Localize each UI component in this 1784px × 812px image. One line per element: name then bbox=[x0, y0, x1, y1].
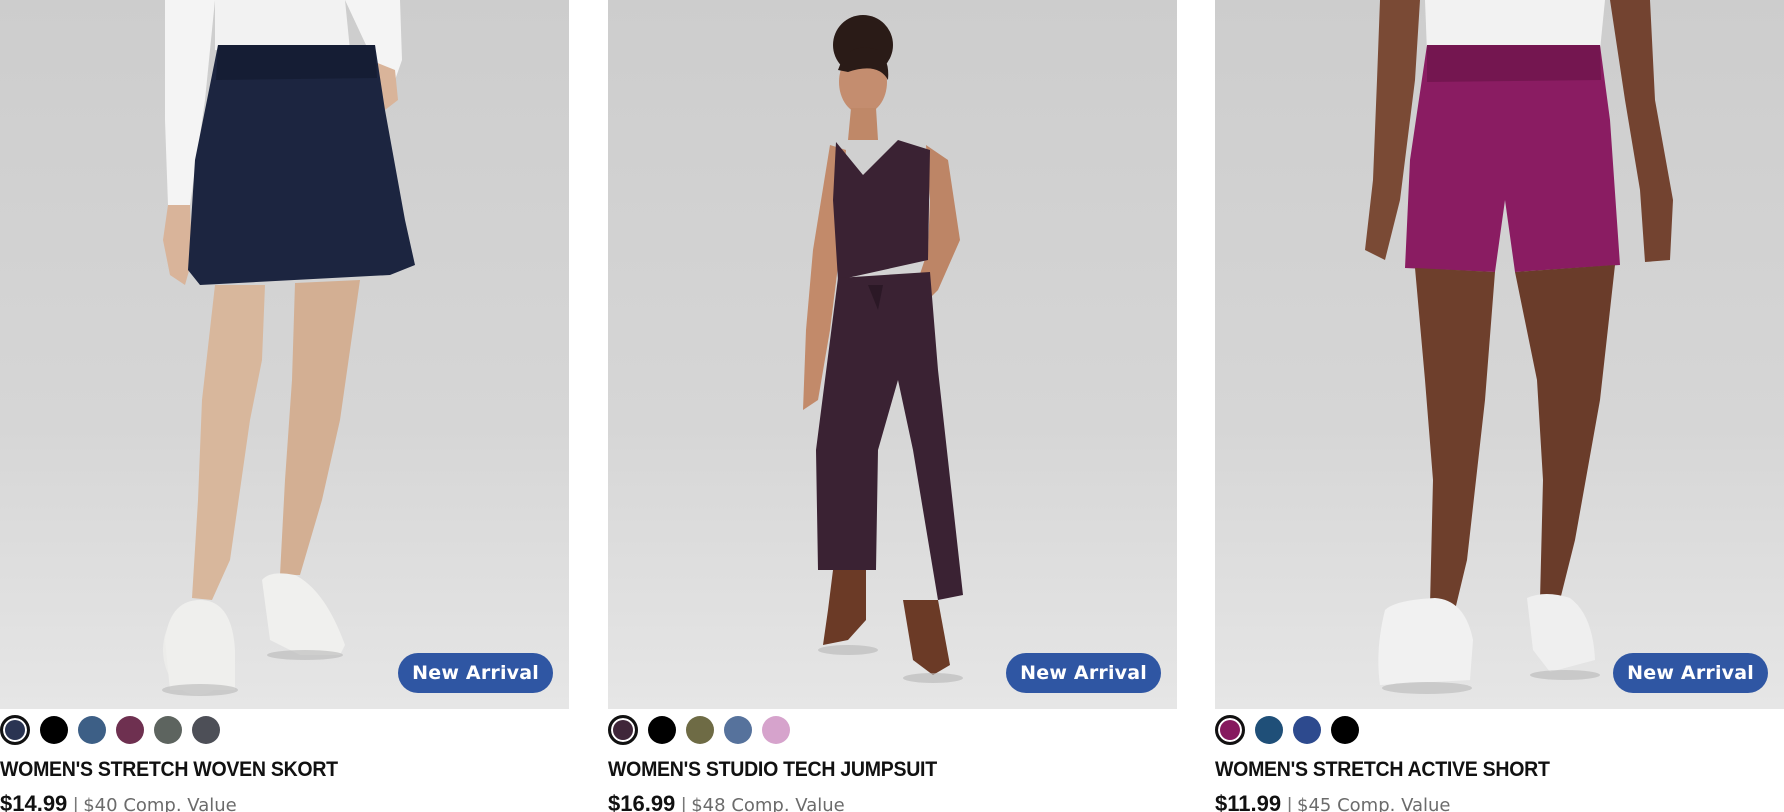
sale-price: $14.99 bbox=[0, 791, 68, 812]
color-swatch[interactable] bbox=[154, 716, 182, 744]
price-separator: | bbox=[681, 795, 687, 812]
color-swatch[interactable] bbox=[724, 716, 752, 744]
comp-value: $45 Comp. Value bbox=[1297, 795, 1451, 812]
short-photo-illustration bbox=[1365, 0, 1673, 694]
color-swatch[interactable] bbox=[1331, 716, 1359, 744]
product-image-jumpsuit[interactable]: New Arrival bbox=[608, 0, 1177, 709]
product-grid: New Arrival WOMEN'S STRETCH WOVEN SKORT … bbox=[0, 0, 1784, 812]
color-swatch[interactable] bbox=[40, 716, 68, 744]
product-card-short[interactable]: New Arrival WOMEN'S STRETCH ACTIVE SHORT… bbox=[1215, 0, 1784, 812]
color-swatch[interactable] bbox=[686, 716, 714, 744]
price-separator: | bbox=[73, 795, 79, 812]
product-image-short[interactable]: New Arrival bbox=[1215, 0, 1784, 709]
comp-value: $40 Comp. Value bbox=[83, 795, 237, 812]
color-swatch[interactable] bbox=[1255, 716, 1283, 744]
color-swatch[interactable] bbox=[192, 716, 220, 744]
price-row: $11.99 | $45 Comp. Value bbox=[1215, 790, 1784, 812]
color-swatches bbox=[608, 711, 1177, 749]
product-image-skort[interactable]: New Arrival bbox=[0, 0, 569, 709]
sale-price: $11.99 bbox=[1215, 791, 1282, 812]
product-card-jumpsuit[interactable]: New Arrival WOMEN'S STUDIO TECH JUMPSUIT… bbox=[608, 0, 1177, 812]
product-title[interactable]: WOMEN'S STUDIO TECH JUMPSUIT bbox=[608, 756, 1137, 784]
price-row: $14.99 | $40 Comp. Value bbox=[0, 790, 569, 812]
product-title[interactable]: WOMEN'S STRETCH WOVEN SKORT bbox=[0, 756, 529, 784]
color-swatch[interactable] bbox=[608, 715, 638, 745]
color-swatch[interactable] bbox=[1293, 716, 1321, 744]
price-row: $16.99 | $48 Comp. Value bbox=[608, 790, 1177, 812]
comp-value: $48 Comp. Value bbox=[691, 795, 845, 812]
color-swatches bbox=[0, 711, 569, 749]
jumpsuit-photo-illustration bbox=[803, 15, 963, 683]
color-swatch[interactable] bbox=[648, 716, 676, 744]
new-arrival-badge: New Arrival bbox=[1006, 653, 1161, 693]
new-arrival-badge: New Arrival bbox=[1613, 653, 1768, 693]
skort-photo-illustration bbox=[162, 0, 415, 696]
product-title[interactable]: WOMEN'S STRETCH ACTIVE SHORT bbox=[1215, 756, 1744, 784]
sale-price: $16.99 bbox=[608, 791, 676, 812]
color-swatch[interactable] bbox=[78, 716, 106, 744]
color-swatches bbox=[1215, 711, 1784, 749]
new-arrival-badge: New Arrival bbox=[398, 653, 553, 693]
color-swatch[interactable] bbox=[0, 715, 30, 745]
price-separator: | bbox=[1287, 795, 1293, 812]
product-card-skort[interactable]: New Arrival WOMEN'S STRETCH WOVEN SKORT … bbox=[0, 0, 569, 812]
color-swatch[interactable] bbox=[1215, 715, 1245, 745]
color-swatch[interactable] bbox=[116, 716, 144, 744]
color-swatch[interactable] bbox=[762, 716, 790, 744]
